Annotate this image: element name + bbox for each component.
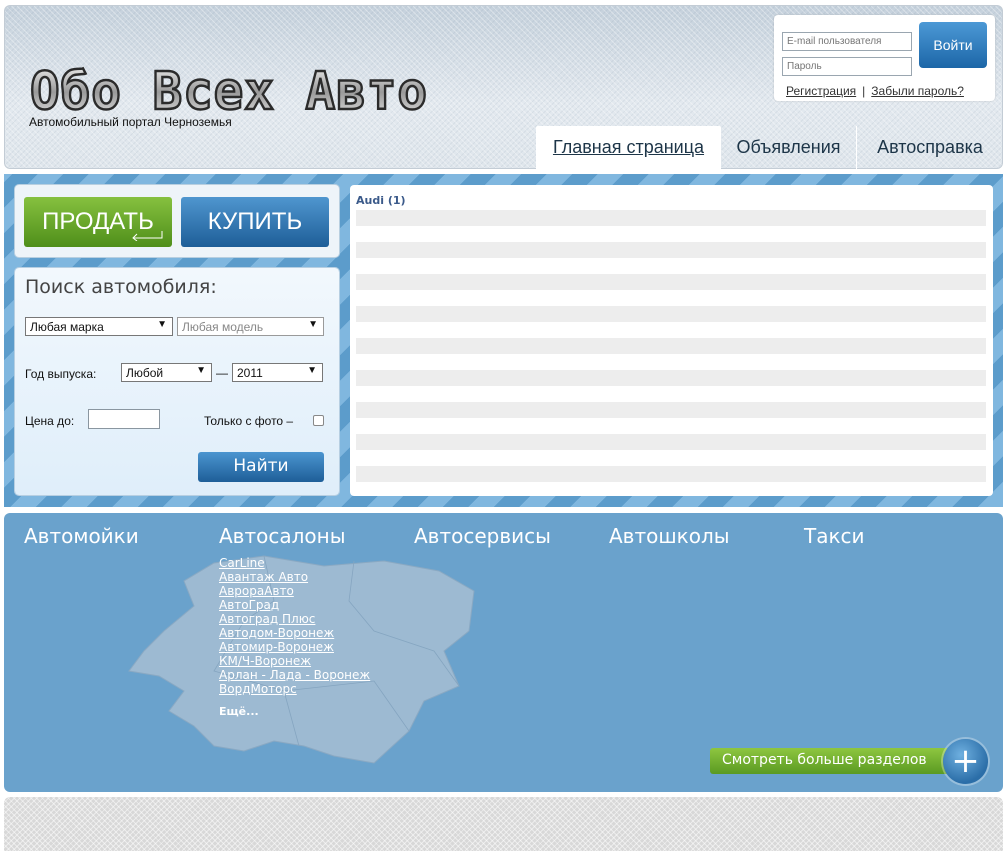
site-tagline: Автомобильный портал Черноземья — [29, 115, 232, 129]
sell-button[interactable]: ПРОДАТЬ — [24, 197, 172, 247]
dealer-link[interactable]: АвтоГрад — [219, 598, 370, 612]
result-row — [356, 434, 986, 450]
brand-select[interactable]: Любая марка ▼ — [25, 317, 173, 336]
result-row — [356, 306, 986, 322]
tab-listings-label: Объявления — [736, 137, 841, 157]
login-form: Войти Регистрация | Забыли пароль? — [774, 15, 995, 101]
category-car-wash[interactable]: Автомойки — [24, 524, 139, 548]
dealer-link[interactable]: Арлан - Лада - Воронеж — [219, 668, 370, 682]
buy-button[interactable]: КУПИТЬ — [181, 197, 329, 247]
dropdown-arrow-icon: ▼ — [308, 319, 318, 330]
email-input[interactable] — [782, 32, 912, 51]
dropdown-arrow-icon: ▼ — [196, 365, 206, 376]
result-row — [356, 210, 986, 226]
result-row — [356, 370, 986, 386]
dealer-link[interactable]: CarLine — [219, 556, 370, 570]
year-from-select[interactable]: Любой ▼ — [121, 363, 212, 382]
dealer-link[interactable]: Автоград Плюс — [219, 612, 370, 626]
category-dealers[interactable]: Автосалоны — [219, 524, 346, 548]
logo-graphic: Обо Всех Авто — [29, 61, 429, 124]
login-links-separator: | — [862, 84, 866, 98]
dealer-link[interactable]: АврораАвто — [219, 584, 370, 598]
result-row — [356, 274, 986, 290]
login-links: Регистрация | Забыли пароль? — [786, 84, 964, 98]
results-panel: Audi (1) — [350, 185, 993, 496]
site-footer — [4, 797, 1003, 851]
site-header: Обо Всех Авто Автомобильный портал Черно… — [4, 5, 1003, 169]
tab-reference-label: Автосправка — [877, 137, 983, 157]
result-row — [356, 338, 986, 354]
model-select[interactable]: Любая модель ▼ — [177, 317, 324, 336]
dealers-more-link[interactable]: Ещё... — [219, 705, 259, 718]
model-select-value: Любая модель — [182, 320, 264, 334]
register-link[interactable]: Регистрация — [786, 84, 856, 98]
dropdown-arrow-icon: ▼ — [157, 319, 167, 330]
price-input[interactable] — [88, 409, 160, 429]
result-row — [356, 242, 986, 258]
result-row — [356, 466, 986, 482]
dealer-link[interactable]: ВордМоторс — [219, 682, 370, 696]
year-to-select[interactable]: 2011 ▼ — [232, 363, 323, 382]
enter-arrow-icon — [132, 231, 163, 241]
dropdown-arrow-icon: ▼ — [307, 365, 317, 376]
password-input[interactable] — [782, 57, 912, 76]
dealer-link[interactable]: Автодом-Воронеж — [219, 626, 370, 640]
dealer-link[interactable]: Авантаж Авто — [219, 570, 370, 584]
find-button[interactable]: Найти — [198, 452, 324, 482]
price-label: Цена до: — [25, 414, 75, 428]
tab-main[interactable]: Главная страница — [536, 126, 721, 169]
more-sections-button[interactable]: Смотреть больше разделов — [710, 748, 960, 774]
plus-icon[interactable]: + — [943, 739, 988, 784]
year-to-value: 2011 — [237, 366, 263, 380]
photo-only-label: Только с фото – — [204, 414, 294, 428]
car-search-panel: Поиск автомобиля: Любая марка ▼ Любая мо… — [15, 268, 339, 495]
dealer-link[interactable]: Автомир-Воронеж — [219, 640, 370, 654]
results-heading[interactable]: Audi (1) — [356, 194, 406, 207]
year-range-dash: — — [216, 366, 228, 380]
login-button[interactable]: Войти — [919, 22, 987, 68]
year-label: Год выпуска: — [25, 367, 97, 381]
category-driving-schools[interactable]: Автошколы — [609, 524, 730, 548]
tab-main-label: Главная страница — [552, 137, 705, 157]
category-service[interactable]: Автосервисы — [414, 524, 551, 548]
result-row — [356, 402, 986, 418]
dealer-link[interactable]: КМ/Ч-Воронеж — [219, 654, 370, 668]
year-from-value: Любой — [126, 366, 164, 380]
tab-listings[interactable]: Объявления — [721, 126, 856, 169]
svg-text:Обо Всех Авто: Обо Всех Авто — [30, 62, 428, 119]
forgot-password-link[interactable]: Забыли пароль? — [871, 84, 964, 98]
tab-reference[interactable]: Автосправка — [857, 126, 1003, 169]
category-taxi[interactable]: Такси — [804, 524, 865, 548]
brand-select-value: Любая марка — [30, 320, 104, 334]
categories-section: Автомойки Автосалоны Автосервисы Автошко… — [4, 513, 1003, 792]
site-logo[interactable]: Обо Всех Авто — [26, 57, 434, 124]
search-title: Поиск автомобиля: — [25, 276, 217, 298]
photo-only-checkbox[interactable] — [313, 415, 324, 426]
dealer-list: CarLine Авантаж Авто АврораАвто АвтоГрад… — [219, 556, 370, 696]
